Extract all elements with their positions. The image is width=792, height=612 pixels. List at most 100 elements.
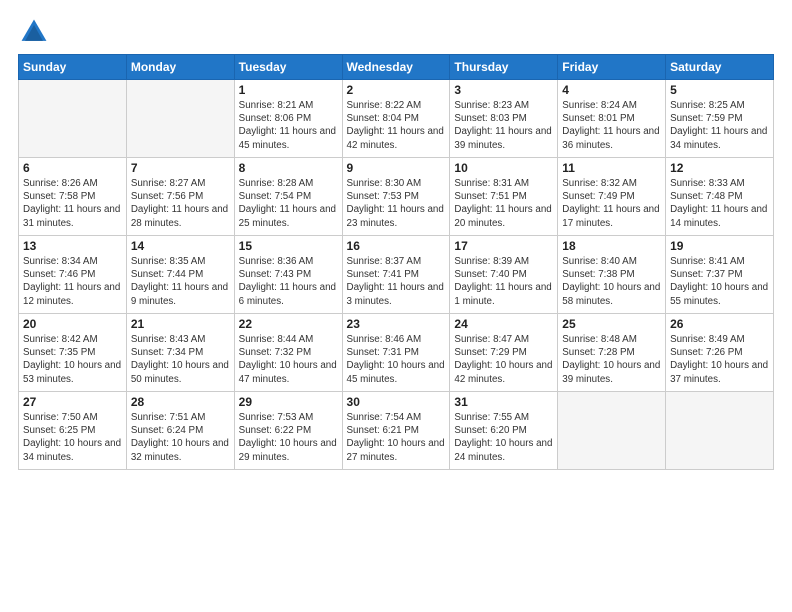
day-number: 14 <box>131 239 230 253</box>
weekday-header-tuesday: Tuesday <box>234 55 342 80</box>
calendar-cell: 22 Sunrise: 8:44 AM Sunset: 7:32 PM Dayli… <box>234 314 342 392</box>
day-number: 24 <box>454 317 553 331</box>
weekday-header-thursday: Thursday <box>450 55 558 80</box>
day-info: Sunrise: 8:31 AM Sunset: 7:51 PM Dayligh… <box>454 177 553 230</box>
calendar-cell: 31Sunrise: 7:55 AM Sunset: 6:20 PM Dayli… <box>450 392 558 470</box>
day-number: 8 <box>239 161 338 175</box>
day-info: Sunrise: 8:46 AM Sunset: 7:31 PM Dayligh… <box>347 333 446 386</box>
day-info: Sunrise: 8:24 AM Sunset: 8:01 PM Dayligh… <box>562 99 661 152</box>
calendar-cell: 11 Sunrise: 8:32 AM Sunset: 7:49 PM Dayli… <box>558 158 666 236</box>
day-info: Sunrise: 7:53 AM Sunset: 6:22 PM Dayligh… <box>239 411 338 464</box>
calendar-cell: 17 Sunrise: 8:39 AM Sunset: 7:40 PM Dayli… <box>450 236 558 314</box>
day-number: 16 <box>347 239 446 253</box>
day-number: 22 <box>239 317 338 331</box>
calendar-cell: 26Sunrise: 8:49 AM Sunset: 7:26 PM Dayli… <box>666 314 774 392</box>
day-info: Sunrise: 8:47 AM Sunset: 7:29 PM Dayligh… <box>454 333 553 386</box>
calendar-cell: 28 Sunrise: 7:51 AM Sunset: 6:24 PM Dayli… <box>126 392 234 470</box>
day-number: 3 <box>454 83 553 97</box>
day-number: 28 <box>131 395 230 409</box>
page: SundayMondayTuesdayWednesdayThursdayFrid… <box>0 0 792 482</box>
day-info: Sunrise: 8:28 AM Sunset: 7:54 PM Dayligh… <box>239 177 338 230</box>
day-info: Sunrise: 8:36 AM Sunset: 7:43 PM Dayligh… <box>239 255 338 308</box>
day-info: Sunrise: 8:43 AM Sunset: 7:34 PM Dayligh… <box>131 333 230 386</box>
day-number: 5 <box>670 83 769 97</box>
day-number: 27 <box>23 395 122 409</box>
day-number: 7 <box>131 161 230 175</box>
calendar-cell <box>126 80 234 158</box>
weekday-header-sunday: Sunday <box>19 55 127 80</box>
calendar-cell <box>666 392 774 470</box>
weekday-header-friday: Friday <box>558 55 666 80</box>
day-number: 20 <box>23 317 122 331</box>
day-info: Sunrise: 8:27 AM Sunset: 7:56 PM Dayligh… <box>131 177 230 230</box>
day-info: Sunrise: 8:21 AM Sunset: 8:06 PM Dayligh… <box>239 99 338 152</box>
day-number: 30 <box>347 395 446 409</box>
calendar-cell: 9Sunrise: 8:30 AM Sunset: 7:53 PM Daylig… <box>342 158 450 236</box>
day-number: 6 <box>23 161 122 175</box>
logo-icon <box>18 16 50 48</box>
weekday-header-wednesday: Wednesday <box>342 55 450 80</box>
calendar-cell: 15 Sunrise: 8:36 AM Sunset: 7:43 PM Dayli… <box>234 236 342 314</box>
day-number: 11 <box>562 161 661 175</box>
calendar-cell: 4 Sunrise: 8:24 AM Sunset: 8:01 PM Daylig… <box>558 80 666 158</box>
calendar-cell: 1Sunrise: 8:21 AM Sunset: 8:06 PM Daylig… <box>234 80 342 158</box>
calendar-cell: 25 Sunrise: 8:48 AM Sunset: 7:28 PM Dayli… <box>558 314 666 392</box>
day-number: 19 <box>670 239 769 253</box>
calendar-cell: 21 Sunrise: 8:43 AM Sunset: 7:34 PM Dayli… <box>126 314 234 392</box>
day-info: Sunrise: 8:25 AM Sunset: 7:59 PM Dayligh… <box>670 99 769 152</box>
day-number: 17 <box>454 239 553 253</box>
calendar-cell: 7 Sunrise: 8:27 AM Sunset: 7:56 PM Daylig… <box>126 158 234 236</box>
week-row-3: 13Sunrise: 8:34 AM Sunset: 7:46 PM Dayli… <box>19 236 774 314</box>
day-number: 4 <box>562 83 661 97</box>
day-number: 9 <box>347 161 446 175</box>
day-info: Sunrise: 8:42 AM Sunset: 7:35 PM Dayligh… <box>23 333 122 386</box>
day-number: 25 <box>562 317 661 331</box>
day-number: 23 <box>347 317 446 331</box>
day-info: Sunrise: 8:39 AM Sunset: 7:40 PM Dayligh… <box>454 255 553 308</box>
calendar-cell: 13Sunrise: 8:34 AM Sunset: 7:46 PM Dayli… <box>19 236 127 314</box>
week-row-2: 6 Sunrise: 8:26 AM Sunset: 7:58 PM Daylig… <box>19 158 774 236</box>
day-info: Sunrise: 7:50 AM Sunset: 6:25 PM Dayligh… <box>23 411 122 464</box>
calendar-cell: 6 Sunrise: 8:26 AM Sunset: 7:58 PM Daylig… <box>19 158 127 236</box>
calendar-cell: 3 Sunrise: 8:23 AM Sunset: 8:03 PM Daylig… <box>450 80 558 158</box>
weekday-header-row: SundayMondayTuesdayWednesdayThursdayFrid… <box>19 55 774 80</box>
day-number: 12 <box>670 161 769 175</box>
calendar-cell: 30 Sunrise: 7:54 AM Sunset: 6:21 PM Dayli… <box>342 392 450 470</box>
calendar-cell <box>19 80 127 158</box>
day-info: Sunrise: 8:23 AM Sunset: 8:03 PM Dayligh… <box>454 99 553 152</box>
day-number: 15 <box>239 239 338 253</box>
day-number: 13 <box>23 239 122 253</box>
calendar-cell: 29Sunrise: 7:53 AM Sunset: 6:22 PM Dayli… <box>234 392 342 470</box>
day-info: Sunrise: 8:33 AM Sunset: 7:48 PM Dayligh… <box>670 177 769 230</box>
day-info: Sunrise: 7:51 AM Sunset: 6:24 PM Dayligh… <box>131 411 230 464</box>
day-info: Sunrise: 8:44 AM Sunset: 7:32 PM Dayligh… <box>239 333 338 386</box>
logo <box>18 16 56 48</box>
calendar-cell: 19Sunrise: 8:41 AM Sunset: 7:37 PM Dayli… <box>666 236 774 314</box>
calendar-cell: 5 Sunrise: 8:25 AM Sunset: 7:59 PM Daylig… <box>666 80 774 158</box>
calendar-cell: 23 Sunrise: 8:46 AM Sunset: 7:31 PM Dayli… <box>342 314 450 392</box>
week-row-5: 27 Sunrise: 7:50 AM Sunset: 6:25 PM Dayli… <box>19 392 774 470</box>
week-row-4: 20 Sunrise: 8:42 AM Sunset: 7:35 PM Dayli… <box>19 314 774 392</box>
calendar-cell: 12 Sunrise: 8:33 AM Sunset: 7:48 PM Dayli… <box>666 158 774 236</box>
day-info: Sunrise: 8:40 AM Sunset: 7:38 PM Dayligh… <box>562 255 661 308</box>
calendar-cell: 8 Sunrise: 8:28 AM Sunset: 7:54 PM Daylig… <box>234 158 342 236</box>
day-number: 21 <box>131 317 230 331</box>
calendar-cell: 24 Sunrise: 8:47 AM Sunset: 7:29 PM Dayli… <box>450 314 558 392</box>
day-number: 18 <box>562 239 661 253</box>
calendar-cell: 20 Sunrise: 8:42 AM Sunset: 7:35 PM Dayli… <box>19 314 127 392</box>
day-info: Sunrise: 8:32 AM Sunset: 7:49 PM Dayligh… <box>562 177 661 230</box>
day-info: Sunrise: 8:35 AM Sunset: 7:44 PM Dayligh… <box>131 255 230 308</box>
header <box>18 16 774 48</box>
calendar-cell: 14 Sunrise: 8:35 AM Sunset: 7:44 PM Dayli… <box>126 236 234 314</box>
day-info: Sunrise: 8:49 AM Sunset: 7:26 PM Dayligh… <box>670 333 769 386</box>
day-number: 2 <box>347 83 446 97</box>
calendar-cell: 18 Sunrise: 8:40 AM Sunset: 7:38 PM Dayli… <box>558 236 666 314</box>
weekday-header-monday: Monday <box>126 55 234 80</box>
calendar-cell: 10 Sunrise: 8:31 AM Sunset: 7:51 PM Dayli… <box>450 158 558 236</box>
day-info: Sunrise: 8:26 AM Sunset: 7:58 PM Dayligh… <box>23 177 122 230</box>
day-number: 31 <box>454 395 553 409</box>
day-info: Sunrise: 8:48 AM Sunset: 7:28 PM Dayligh… <box>562 333 661 386</box>
day-number: 10 <box>454 161 553 175</box>
day-info: Sunrise: 7:54 AM Sunset: 6:21 PM Dayligh… <box>347 411 446 464</box>
calendar-cell: 27 Sunrise: 7:50 AM Sunset: 6:25 PM Dayli… <box>19 392 127 470</box>
